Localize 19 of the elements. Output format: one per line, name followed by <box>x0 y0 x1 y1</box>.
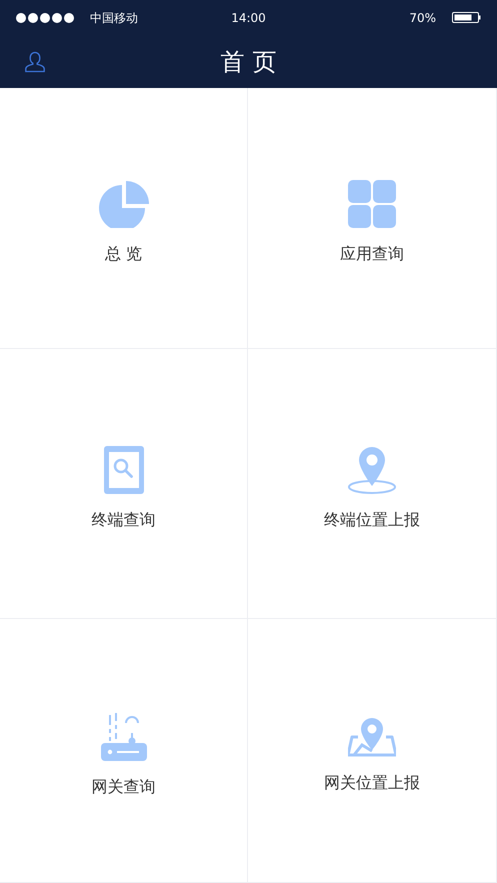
carrier-name: 中国移动 <box>90 10 138 26</box>
user-icon[interactable] <box>24 50 46 72</box>
grid-icon <box>348 180 396 228</box>
menu-tile-label[interactable]: 总 览 <box>104 242 142 266</box>
clock-time: 14:00 <box>231 10 266 26</box>
location-pin-icon <box>347 446 397 494</box>
pie-chart-icon <box>98 180 150 228</box>
page-title: 首 页 <box>220 46 276 78</box>
menu-tile-label[interactable]: 应用查询 <box>340 242 404 266</box>
router-icon <box>100 712 146 760</box>
battery-icon <box>452 12 481 23</box>
map-pin-icon <box>348 716 396 756</box>
menu-tile-label[interactable]: 终端位置上报 <box>324 508 420 532</box>
menu-tile-label[interactable]: 终端查询 <box>92 508 156 532</box>
battery-percent: 70% <box>409 10 436 26</box>
tablet-search-icon <box>104 446 144 494</box>
menu-tile-label[interactable]: 网关查询 <box>92 774 156 798</box>
menu-tile-label[interactable]: 网关位置上报 <box>324 770 420 794</box>
signal-icon <box>16 12 74 22</box>
